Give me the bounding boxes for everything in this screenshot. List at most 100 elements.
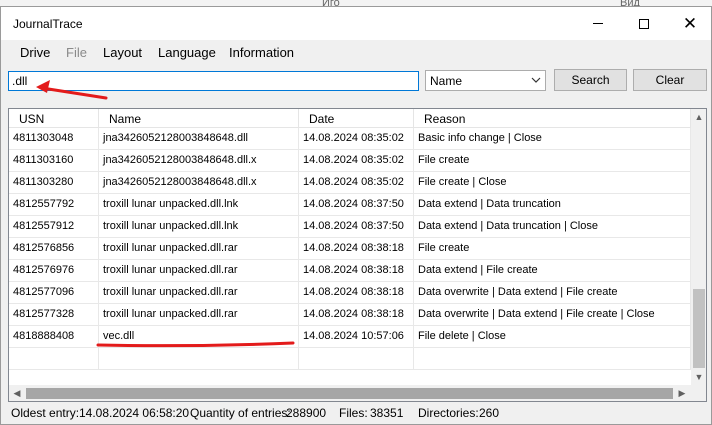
cell-usn: 4811303048: [9, 128, 99, 150]
chevron-down-icon: [531, 77, 541, 83]
cell-usn: 4818888408: [9, 326, 99, 348]
minimize-button[interactable]: [575, 7, 621, 40]
cell-name: troxill lunar unpacked.dll.rar: [99, 260, 299, 282]
menu-drive[interactable]: Drive: [20, 45, 50, 60]
search-input[interactable]: [8, 71, 419, 91]
cell-date: [299, 348, 414, 370]
cell-reason: Data extend | File create: [414, 260, 691, 282]
table-row[interactable]: 4811303048 jna3426052128003848648.dll 14.0…: [9, 128, 691, 150]
cell-date: 14.08.2024 08:35:02: [299, 150, 414, 172]
maximize-button[interactable]: [621, 7, 667, 40]
cell-name: troxill lunar unpacked.dll.rar: [99, 304, 299, 326]
cell-usn: 4812577328: [9, 304, 99, 326]
cell-reason: File create | Close: [414, 172, 691, 194]
cell-name: troxill lunar unpacked.dll.lnk: [99, 216, 299, 238]
table-row[interactable]: 4811303160 jna3426052128003848648.dll.x 14…: [9, 150, 691, 172]
cell-reason: File create: [414, 150, 691, 172]
close-button[interactable]: ✕: [667, 7, 712, 40]
cell-date: 14.08.2024 08:38:18: [299, 282, 414, 304]
search-field-select[interactable]: Name: [425, 70, 546, 91]
column-header-date[interactable]: Date: [299, 109, 414, 128]
table-body: 4811303048 jna3426052128003848648.dll 14.0…: [9, 128, 691, 370]
cell-usn: [9, 348, 99, 370]
menu-language[interactable]: Language: [158, 45, 216, 60]
cell-reason: Data overwrite | Data extend | File crea…: [414, 282, 691, 304]
status-files-label: Files:: [339, 406, 368, 420]
cell-reason: Data extend | Data truncation: [414, 194, 691, 216]
cell-name: troxill lunar unpacked.dll.lnk: [99, 194, 299, 216]
cell-usn: 4812577096: [9, 282, 99, 304]
table-row[interactable]: 4812577328 troxill lunar unpacked.dll.rar…: [9, 304, 691, 326]
column-header-name[interactable]: Name: [99, 109, 299, 128]
select-value: Name: [430, 74, 463, 88]
cell-reason: File create: [414, 238, 691, 260]
cell-reason: [414, 348, 691, 370]
cell-reason: Data overwrite | Data extend | File crea…: [414, 304, 691, 326]
vertical-scroll-thumb[interactable]: [693, 289, 705, 368]
status-oldest-label: Oldest entry:: [11, 406, 80, 420]
cell-name: jna3426052128003848648.dll.x: [99, 172, 299, 194]
menu-file[interactable]: File: [66, 45, 87, 60]
table-row[interactable]: 4812557792 troxill lunar unpacked.dll.lnk…: [9, 194, 691, 216]
scroll-left-icon[interactable]: ◀: [9, 385, 25, 401]
title-bar[interactable]: JournalTrace ✕: [1, 7, 711, 40]
menu-layout[interactable]: Layout: [103, 45, 142, 60]
cell-name: jna3426052128003848648.dll: [99, 128, 299, 150]
cell-usn: 4811303160: [9, 150, 99, 172]
minimize-icon: [593, 23, 603, 24]
close-icon: ✕: [682, 13, 698, 33]
column-header-reason[interactable]: Reason: [414, 109, 691, 128]
cell-date: 14.08.2024 08:35:02: [299, 128, 414, 150]
cell-date: 14.08.2024 08:38:18: [299, 238, 414, 260]
status-quantity-label: Quantity of entries:: [190, 406, 291, 420]
horizontal-scroll-thumb[interactable]: [26, 388, 673, 399]
status-oldest-value: 14.08.2024 06:58:20: [79, 406, 190, 420]
cell-name: [99, 348, 299, 370]
cell-name: vec.dll: [99, 326, 299, 348]
menu-information[interactable]: Information: [229, 45, 294, 60]
cell-reason: Basic info change | Close: [414, 128, 691, 150]
cell-name: jna3426052128003848648.dll.x: [99, 150, 299, 172]
cell-date: 14.08.2024 08:38:18: [299, 260, 414, 282]
cell-usn: 4812557912: [9, 216, 99, 238]
table-row[interactable]: 4811303280 jna3426052128003848648.dll.x 14…: [9, 172, 691, 194]
table-row[interactable]: 4812557912 troxill lunar unpacked.dll.lnk…: [9, 216, 691, 238]
status-directories-label: Directories:: [418, 406, 479, 420]
table-header: USN Name Date Reason: [9, 109, 691, 128]
cell-date: 14.08.2024 08:35:02: [299, 172, 414, 194]
cell-date: 14.08.2024 08:37:50: [299, 194, 414, 216]
horizontal-scrollbar[interactable]: ◀ ▶: [9, 385, 691, 401]
column-header-usn[interactable]: USN: [9, 109, 99, 128]
vertical-scrollbar[interactable]: ▲ ▼: [691, 109, 706, 385]
scroll-down-icon[interactable]: ▼: [691, 369, 706, 385]
cell-usn: 4812576976: [9, 260, 99, 282]
scrollbar-corner: [691, 385, 706, 401]
status-bar: Oldest entry: 14.08.2024 06:58:20 Quanti…: [1, 403, 711, 425]
menu-bar: Drive File Layout Language Information: [1, 40, 711, 65]
cell-reason: Data extend | Data truncation | Close: [414, 216, 691, 238]
cell-date: 14.08.2024 10:57:06: [299, 326, 414, 348]
status-quantity-value: 288900: [286, 406, 327, 420]
journaltrace-window: JournalTrace ✕ Drive File Layout Languag…: [0, 6, 712, 425]
scroll-right-icon[interactable]: ▶: [674, 385, 690, 401]
scroll-up-icon[interactable]: ▲: [691, 109, 706, 125]
cell-usn: 4811303280: [9, 172, 99, 194]
status-files-value: 38351: [370, 406, 404, 420]
cell-usn: 4812576856: [9, 238, 99, 260]
cell-name: troxill lunar unpacked.dll.rar: [99, 282, 299, 304]
cell-name: troxill lunar unpacked.dll.rar: [99, 238, 299, 260]
cell-date: 14.08.2024 08:37:50: [299, 216, 414, 238]
table-row[interactable]: 4812576856 troxill lunar unpacked.dll.rar…: [9, 238, 691, 260]
search-button[interactable]: Search: [554, 69, 627, 91]
clear-button[interactable]: Clear: [633, 69, 707, 91]
maximize-icon: [639, 18, 649, 29]
table-row[interactable]: 4812577096 troxill lunar unpacked.dll.rar…: [9, 282, 691, 304]
status-directories-value: 260: [479, 406, 500, 420]
table-row[interactable]: 4812576976 troxill lunar unpacked.dll.rar…: [9, 260, 691, 282]
window-title: JournalTrace: [13, 17, 83, 31]
cell-reason: File delete | Close: [414, 326, 691, 348]
table-row[interactable]: [9, 348, 691, 370]
table-row[interactable]: 4818888408 vec.dll 14.08.2024 10:57:06 File…: [9, 326, 691, 348]
cell-usn: 4812557792: [9, 194, 99, 216]
cell-date: 14.08.2024 08:38:18: [299, 304, 414, 326]
